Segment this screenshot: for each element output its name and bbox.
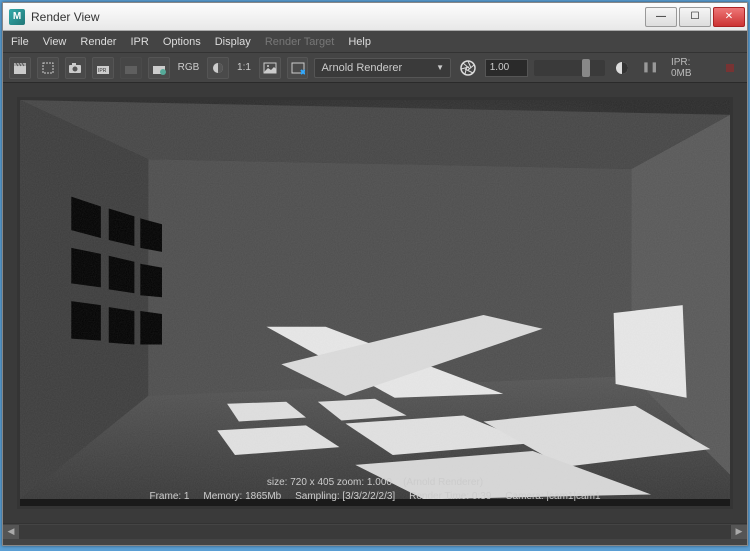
ipr-render-button[interactable]: IPR (92, 57, 114, 79)
remove-image-button[interactable] (287, 57, 309, 79)
image-icon (263, 61, 277, 75)
ipr-icon: IPR (96, 61, 110, 75)
clapboard-icon (13, 61, 27, 75)
rgb-label[interactable]: RGB (176, 62, 202, 73)
menu-file[interactable]: File (11, 36, 29, 48)
info-memory: Memory: 1865Mb (203, 491, 281, 502)
camera-icon (68, 61, 82, 75)
svg-text:IPR: IPR (98, 68, 107, 74)
info-line-1: size: 720 x 405 zoom: 1.000 (Arnold Rend… (20, 476, 730, 490)
region-icon (41, 61, 55, 75)
minimize-button[interactable]: — (645, 7, 677, 27)
toolbar: IPR RGB 1:1 Arnold Renderer ▼ 1.00 (3, 53, 747, 83)
exposure-value: 1.00 (490, 62, 509, 73)
exposure-toggle-button[interactable] (611, 57, 633, 79)
pause-ipr-button[interactable]: ❚❚ (639, 57, 661, 79)
menu-options[interactable]: Options (163, 36, 201, 48)
horizontal-scrollbar[interactable]: ◀ ▶ (3, 523, 747, 539)
maximize-icon: ☐ (691, 11, 700, 22)
render-viewport[interactable]: size: 720 x 405 zoom: 1.000 (Arnold Rend… (17, 97, 733, 509)
app-icon: M (9, 9, 25, 25)
info-line-2: Frame: 1 Memory: 1865Mb Sampling: [3/3/2… (20, 490, 730, 504)
rendered-image (20, 100, 730, 499)
info-frame: Frame: 1 (149, 491, 189, 502)
sequence-icon (152, 61, 166, 75)
display-alpha-button[interactable] (207, 57, 229, 79)
exposure-aperture-button[interactable] (457, 57, 479, 79)
viewport-container: size: 720 x 405 zoom: 1.000 (Arnold Rend… (3, 83, 747, 523)
close-button[interactable]: ✕ (713, 7, 745, 27)
slider-thumb[interactable] (582, 59, 590, 77)
pause-icon: ❚❚ (642, 62, 659, 73)
menu-help[interactable]: Help (348, 36, 371, 48)
ratio-label[interactable]: 1:1 (235, 62, 253, 73)
info-camera: Camera: |cam1|cam1 (505, 491, 600, 502)
info-renderer: (Arnold Renderer) (403, 477, 483, 488)
scroll-left-button[interactable]: ◀ (3, 525, 19, 539)
info-time: Render Time: 0:39 (409, 491, 491, 502)
render-sequence-button[interactable] (148, 57, 170, 79)
exposure-input[interactable]: 1.00 (485, 59, 529, 77)
stop-icon (724, 62, 736, 74)
menu-render-target: Render Target (265, 36, 335, 48)
window-buttons: — ☐ ✕ (643, 7, 745, 27)
snapshot-button[interactable] (65, 57, 87, 79)
scroll-right-button[interactable]: ▶ (731, 525, 747, 539)
minimize-icon: — (656, 11, 666, 22)
menu-display[interactable]: Display (215, 36, 251, 48)
ipr-size-label: IPR: 0MB (671, 57, 713, 79)
keep-image-button[interactable] (259, 57, 281, 79)
menu-render[interactable]: Render (80, 36, 116, 48)
ipr-close-button[interactable] (719, 57, 741, 79)
remove-image-icon (291, 61, 305, 75)
menu-view[interactable]: View (43, 36, 67, 48)
renderer-value: Arnold Renderer (321, 62, 402, 74)
render-current-frame-button[interactable] (9, 57, 31, 79)
contrast-icon (614, 60, 630, 76)
render-info-overlay: size: 720 x 405 zoom: 1.000 (Arnold Rend… (20, 476, 730, 504)
menubar: File View Render IPR Options Display Ren… (3, 31, 747, 53)
aperture-icon (459, 59, 477, 77)
window-title: Render View (31, 10, 643, 24)
alpha-icon (211, 61, 225, 75)
chevron-right-icon: ▶ (736, 526, 743, 537)
chevron-down-icon: ▼ (436, 63, 444, 72)
render-region-button[interactable] (37, 57, 59, 79)
info-size: size: 720 x 405 zoom: 1.000 (267, 477, 392, 488)
renderer-select[interactable]: Arnold Renderer ▼ (314, 58, 451, 78)
titlebar[interactable]: M Render View — ☐ ✕ (3, 3, 747, 31)
menu-ipr[interactable]: IPR (130, 36, 148, 48)
close-icon: ✕ (725, 11, 733, 22)
maximize-button[interactable]: ☐ (679, 7, 711, 27)
info-sampling: Sampling: [3/3/2/2/2/3] (295, 491, 395, 502)
render-view-window: M Render View — ☐ ✕ File View Render IPR… (2, 2, 748, 546)
ipr-refresh-button (120, 57, 142, 79)
ipr-refresh-icon (124, 61, 138, 75)
chevron-left-icon: ◀ (8, 526, 15, 537)
scroll-track[interactable] (19, 525, 731, 539)
exposure-slider[interactable] (534, 60, 605, 76)
